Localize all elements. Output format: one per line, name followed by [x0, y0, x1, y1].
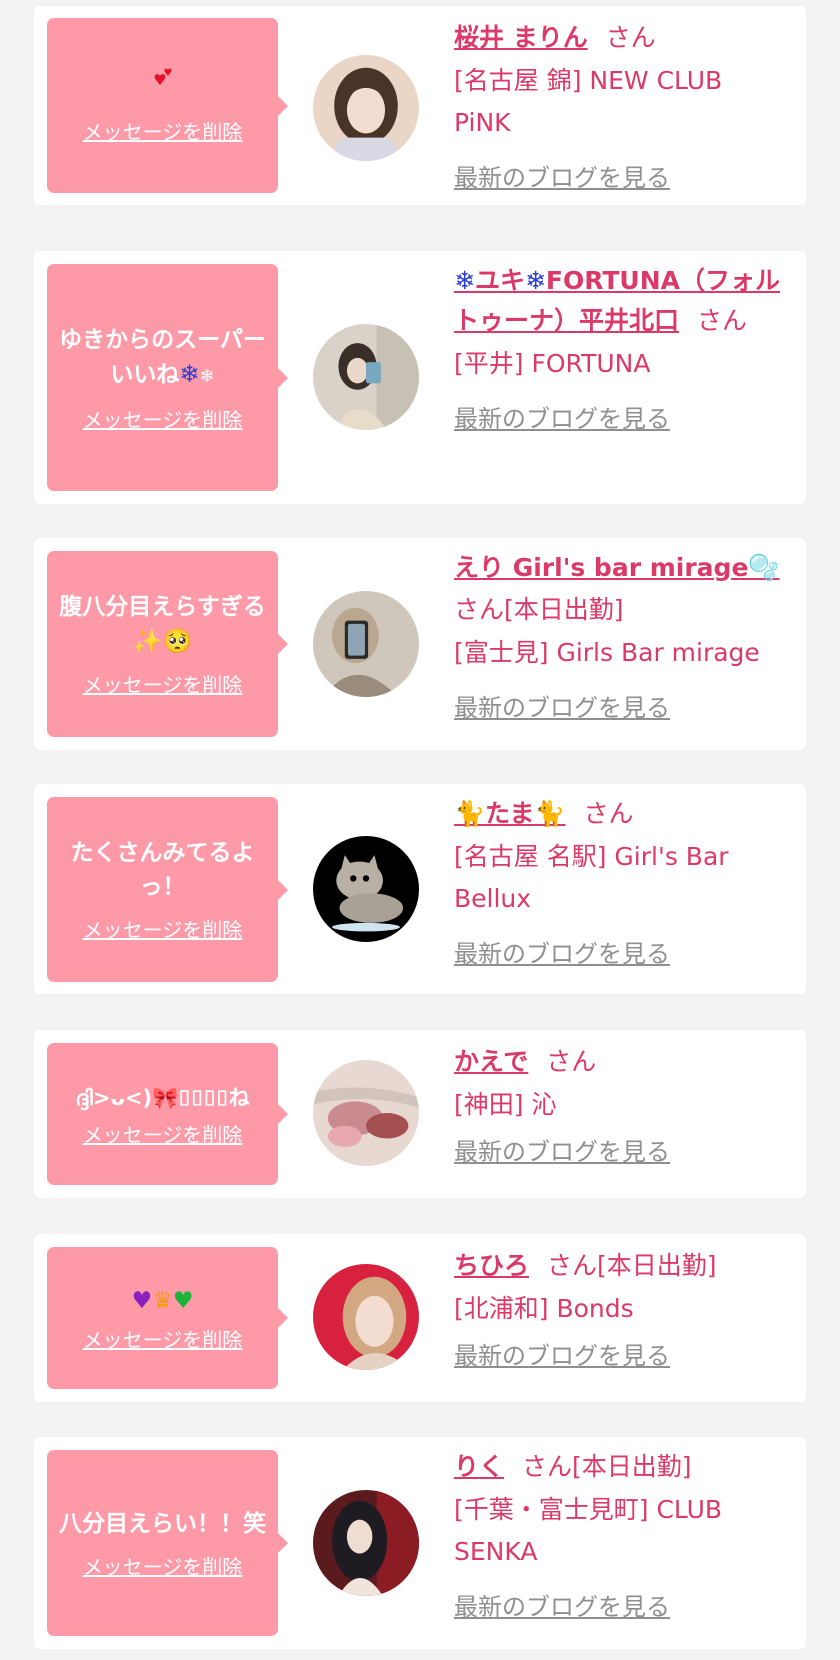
message-text: ദ്ദി>ᴗ<)🎀⌷⌷⌷⌷ね — [75, 1085, 250, 1110]
message-bubble: ♥♛♥ メッセージを削除 — [47, 1247, 288, 1389]
delete-message-link[interactable]: メッセージを削除 — [83, 116, 243, 145]
message-text: ゆきからのスーパーいいね❄❄ — [59, 326, 266, 388]
delete-message-link[interactable]: メッセージを削除 — [83, 1119, 243, 1148]
cast-name-link[interactable]: ちひろ — [454, 1251, 529, 1280]
message-text: たくさんみてるよっ！ — [70, 840, 255, 900]
shop-name: [神田] 沁 — [454, 1090, 557, 1119]
message-bubble: たくさんみてるよっ！ メッセージを削除 — [47, 797, 288, 982]
cast-info: 桜井 まりん さん [名古屋 錦] NEW CLUB PiNK 最新のブログを見る — [454, 18, 786, 193]
shop-name: [平井] FORTUNA — [454, 349, 651, 378]
name-suffix: さん[本日出勤] — [547, 1251, 717, 1280]
delete-message-link[interactable]: メッセージを削除 — [83, 914, 243, 943]
two-hearts-icon — [154, 68, 172, 85]
snowflake-icon: ❄ — [454, 266, 475, 295]
shop-name: [富士見] Girls Bar mirage — [454, 638, 760, 667]
avatar[interactable] — [313, 55, 419, 161]
purple-heart-icon: ♥ — [131, 1287, 153, 1314]
avatar[interactable] — [313, 591, 419, 697]
name-suffix: さん — [583, 799, 634, 828]
latest-blog-link[interactable]: 最新のブログを見る — [454, 1132, 670, 1167]
black-cat-icon: 🐈 — [534, 799, 566, 828]
ribbon-icon: 🎀 — [152, 1085, 179, 1110]
crown-icon: ♛ — [152, 1287, 173, 1314]
message-bubble: 八分目えらい！！笑 メッセージを削除 — [47, 1450, 288, 1636]
cast-name-link[interactable]: かえで — [454, 1047, 528, 1076]
avatar[interactable] — [313, 1490, 419, 1596]
message-list: メッセージを削除 桜井 まりん さん [名古屋 錦] NEW CLUB PiNK … — [0, 0, 840, 1660]
green-heart-icon: ♥ — [172, 1287, 194, 1314]
cast-name-link[interactable]: 桜井 まりん — [454, 23, 588, 52]
latest-blog-link[interactable]: 最新のブログを見る — [454, 934, 670, 969]
name-suffix: さん[本日出勤] — [522, 1452, 692, 1481]
delete-message-link[interactable]: メッセージを削除 — [83, 1551, 243, 1580]
message-text — [148, 66, 178, 106]
name-suffix: さん — [697, 306, 748, 335]
delete-message-link[interactable]: メッセージを削除 — [83, 669, 243, 698]
message-card: たくさんみてるよっ！ メッセージを削除 🐈たま🐈 さん [名古屋 名駅] Girl… — [34, 784, 806, 994]
name-suffix: さん[本日出勤] — [454, 595, 624, 624]
message-bubble: ദ്ദി>ᴗ<)🎀⌷⌷⌷⌷ね メッセージを削除 — [47, 1043, 288, 1185]
snowflake-small-icon: ❄ — [199, 365, 215, 387]
message-bubble: 腹八分目えらすぎる✨🥺 メッセージを削除 — [47, 551, 288, 737]
delete-message-link[interactable]: メッセージを削除 — [83, 1324, 243, 1353]
shop-name: [名古屋 錦] NEW CLUB PiNK — [454, 66, 723, 137]
black-cat-icon: 🐈 — [454, 799, 486, 828]
snowflake-icon: ❄ — [524, 266, 546, 295]
avatar[interactable] — [313, 1060, 419, 1166]
shop-name: [北浦和] Bonds — [454, 1294, 634, 1323]
cast-name-link[interactable]: りく — [454, 1452, 504, 1481]
message-bubble: ゆきからのスーパーいいね❄❄ メッセージを削除 — [47, 264, 288, 491]
message-text: 八分目えらい！！笑 — [59, 1510, 266, 1537]
latest-blog-link[interactable]: 最新のブログを見る — [454, 1336, 670, 1371]
message-card: ゆきからのスーパーいいね❄❄ メッセージを削除 ❄ユキ❄FORTUNA（フォルト… — [34, 251, 806, 504]
shop-name: [千葉・富士見町] CLUB SENKA — [454, 1495, 723, 1566]
bubbles-icon: 🫧 — [748, 553, 780, 582]
latest-blog-link[interactable]: 最新のブログを見る — [454, 688, 670, 723]
message-card: ♥♛♥ メッセージを削除 ちひろ さん[本日出勤] [北浦和] Bonds 最新の… — [34, 1234, 806, 1402]
avatar[interactable] — [313, 836, 419, 942]
snowflake-icon: ❄ — [179, 359, 200, 388]
cast-name-link[interactable]: 🐈たま🐈 — [454, 799, 566, 828]
cast-name-link[interactable]: えり Girl's bar mirage🫧 — [454, 553, 780, 582]
latest-blog-link[interactable]: 最新のブログを見る — [454, 399, 670, 434]
avatar[interactable] — [313, 324, 419, 430]
cast-info: 🐈たま🐈 さん [名古屋 名駅] Girl's Bar Bellux 最新のブログ… — [454, 794, 786, 969]
pleading-face-icon: 🥺 — [162, 627, 193, 655]
cast-info: ちひろ さん[本日出勤] [北浦和] Bonds 最新のブログを見る — [454, 1246, 786, 1371]
cast-info: りく さん[本日出勤] [千葉・富士見町] CLUB SENKA 最新のブログを見… — [454, 1447, 786, 1622]
message-card: 八分目えらい！！笑 メッセージを削除 りく さん[本日出勤] [千葉・富士見町] … — [34, 1437, 806, 1649]
latest-blog-link[interactable]: 最新のブログを見る — [454, 158, 670, 193]
delete-message-link[interactable]: メッセージを削除 — [83, 404, 243, 433]
name-suffix: さん — [546, 1047, 597, 1076]
message-text: 腹八分目えらすぎる✨🥺 — [59, 594, 266, 655]
message-card: メッセージを削除 桜井 まりん さん [名古屋 錦] NEW CLUB PiNK … — [34, 6, 806, 205]
name-suffix: さん — [605, 23, 656, 52]
cast-info: ❄ユキ❄FORTUNA（フォルトゥーナ）平井北口 さん [平井] FORTUNA … — [454, 261, 786, 434]
message-text: ♥♛♥ — [132, 1284, 194, 1318]
cast-info: えり Girl's bar mirage🫧 さん[本日出勤] [富士見] Gir… — [454, 548, 786, 723]
message-bubble: メッセージを削除 — [47, 18, 288, 193]
shop-name: [名古屋 名駅] Girl's Bar Bellux — [454, 842, 729, 913]
latest-blog-link[interactable]: 最新のブログを見る — [454, 1587, 670, 1622]
message-card: 腹八分目えらすぎる✨🥺 メッセージを削除 えり Girl's bar mirag… — [34, 538, 806, 750]
sparkles-icon: ✨ — [132, 627, 163, 655]
cast-info: かえで さん [神田] 沁 最新のブログを見る — [454, 1042, 786, 1167]
message-card: ദ്ദി>ᴗ<)🎀⌷⌷⌷⌷ね メッセージを削除 かえで さん [神田] 沁 最新の… — [34, 1030, 806, 1198]
avatar[interactable] — [313, 1264, 419, 1370]
